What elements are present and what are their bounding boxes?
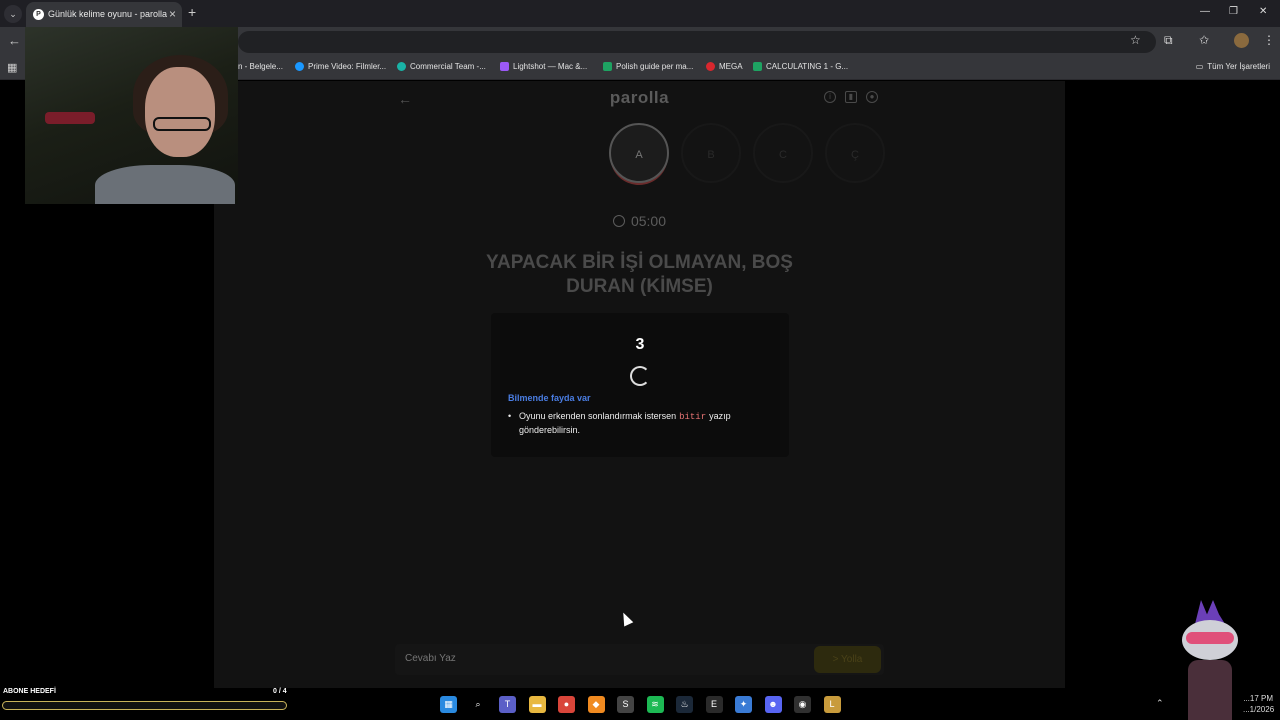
bookmark-label: Polish guide per ma... [616,62,694,71]
close-window-button[interactable]: ✕ [1259,6,1267,17]
app-note-icon[interactable]: S [617,696,634,713]
teams-icon[interactable]: T [499,696,516,713]
countdown-modal: 3 Bilmende fayda var Oyunu erkenden sonl… [491,313,789,457]
bookmark-label: MEGA [719,62,743,71]
webcam-person-body [95,165,235,204]
bookmark-label: Lightshot — Mac &... [513,62,588,71]
bookmark-item[interactable]: Commercial Team -... [397,62,486,71]
all-bookmarks-button[interactable]: ▭ Tüm Yer İşaretleri [1196,62,1270,71]
league-icon[interactable]: L [823,696,841,713]
mega-icon [706,62,715,71]
folder-icon: ▭ [1195,62,1204,71]
tip-code: bitir [679,412,707,422]
minimize-button[interactable]: — [1200,6,1210,17]
tip-text: Oyunu erkenden sonlandırmak istersen [519,411,677,421]
commercial-team-icon [397,62,406,71]
discord-icon[interactable]: ☻ [764,696,782,713]
goal-progress-bar [2,701,287,710]
bookmark-item[interactable]: Prime Video: Filmler... [295,62,386,71]
mascot-visor [1186,632,1234,644]
stats-icon[interactable]: ▮ [845,91,857,103]
all-bookmarks-label: Tüm Yer İşaretleri [1207,62,1270,71]
taskbar: ⌃ ...17 PM ...1/2026 ▦ ⌕ T ▬ ● ◆ S ≋ ♨ E ✦ ☻ ◉ L [290,690,1280,720]
bookmark-item[interactable]: Lightshot — Mac &... [500,62,587,71]
prime-video-icon [295,62,304,71]
tip-title: Bilmende fayda var [508,393,591,403]
goal-label: ABONE HEDEFİ [3,688,56,695]
subscriber-goal-widget: ABONE HEDEFİ 0 / 4 [0,688,290,720]
header-icons: i ▮ ● [824,91,878,103]
parolla-favicon-icon: P [33,9,44,20]
address-bar[interactable] [238,31,1156,53]
tab-close-icon[interactable]: × [169,7,176,21]
bookmark-item[interactable]: Polish guide per ma... [603,62,693,71]
tab-title: Günlük kelime oyunu - parolla [48,9,168,19]
spotify-icon[interactable]: ≋ [646,696,664,713]
app-orange-icon[interactable]: ◆ [587,696,605,713]
back-arrow-icon[interactable]: ← [8,33,21,48]
maximize-button[interactable]: ❐ [1229,6,1238,17]
mascot-body [1188,660,1232,720]
sheets-icon [603,62,612,71]
bookmark-label: Commercial Team -... [410,62,486,71]
timer-value: 05:00 [630,213,667,229]
profile-avatar[interactable] [1234,33,1249,48]
answer-input[interactable] [405,653,537,664]
letter-circle: C [753,123,813,183]
webcam-overlay [25,27,238,204]
browser-tab[interactable]: P Günlük kelime oyunu - parolla × [26,2,182,27]
letter-circle: B [681,123,741,183]
answer-bar: > Yolla [395,644,884,675]
apps-grid-icon[interactable]: ▦ [7,61,17,74]
send-button[interactable]: > Yolla [814,646,881,673]
mascot-character [1170,600,1250,720]
steam-icon[interactable]: ♨ [676,696,693,713]
webcam-background-object [45,112,95,124]
windows-start-icon[interactable]: ▦ [440,696,457,713]
app-blue-icon[interactable]: ✦ [735,696,752,713]
reading-list-icon[interactable]: ✩ [1199,33,1209,47]
chrome-icon[interactable]: ● [558,696,575,713]
tip-item: Oyunu erkenden sonlandırmak istersenbiti… [508,410,778,437]
bookmark-label: Prime Video: Filmler... [308,62,387,71]
new-tab-button[interactable]: + [188,4,196,20]
bookmark-item[interactable]: CALCULATING 1 - G... [753,62,848,71]
search-icon[interactable]: ⌕ [469,696,487,713]
question-text: YAPACAK BİR İŞİ OLMAYAN, BOŞ DURAN (KİMS… [486,252,793,297]
letter-circle: Ç [825,123,885,183]
webcam-person-glasses [153,117,211,131]
tip-list: Oyunu erkenden sonlandırmak istersenbiti… [508,410,778,437]
loading-spinner-icon [630,366,650,386]
bookmark-star-icon[interactable]: ☆ [1130,33,1141,47]
letter-circle-active: A [609,123,669,183]
brand-logo: parolla [609,88,670,107]
goal-count: 0 / 4 [273,688,287,695]
bookmark-label: CALCULATING 1 - G... [766,62,849,71]
bookmark-label: n - Belgele... [238,62,283,71]
info-icon[interactable]: i [824,91,836,103]
sheets-icon [753,62,762,71]
bookmark-item[interactable]: MEGA [706,62,743,71]
tab-strip: ⌄ P Günlük kelime oyunu - parolla × + — … [0,0,1280,27]
timer: 05:00 [214,213,1065,229]
webcam-person-face [145,67,215,157]
obs-icon[interactable]: ◉ [794,696,811,713]
game-container: ← parolla i ▮ ● A B C Ç 05:00 YAPACAK Bİ… [214,81,1065,688]
tab-search-button[interactable]: ⌄ [4,5,22,23]
epic-games-icon[interactable]: E [705,696,723,713]
tray-expand-icon[interactable]: ⌃ [1156,698,1164,709]
countdown-number: 3 [635,336,645,353]
lightshot-icon [500,62,509,71]
extensions-icon[interactable]: ⧉ [1164,33,1173,48]
bookmark-item[interactable]: n - Belgele... [238,62,283,71]
user-icon[interactable]: ● [866,91,878,103]
menu-kebab-icon[interactable]: ⋮ [1263,33,1275,47]
clock-icon [612,215,625,227]
file-explorer-icon[interactable]: ▬ [528,696,546,713]
